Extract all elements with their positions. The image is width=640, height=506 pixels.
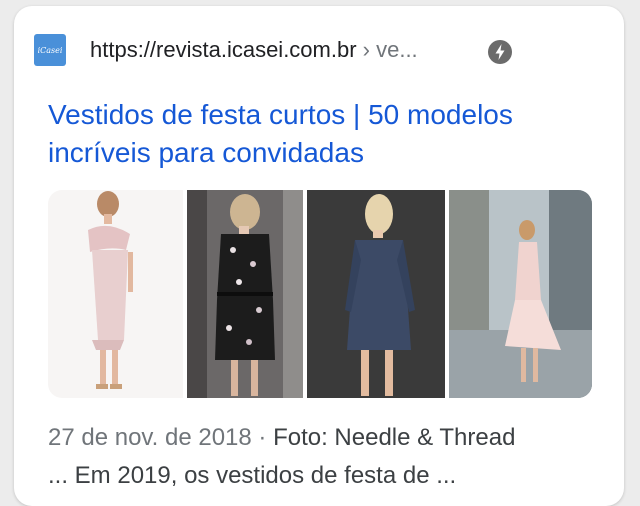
url-path: › ve... [356,37,418,62]
result-title-link[interactable]: Vestidos de festa curtos | 50 modelos in… [48,96,608,172]
meta-separator: · [251,424,274,451]
image-strip[interactable] [48,190,592,398]
result-meta: 27 de nov. de 2018 · Foto: Needle & Thre… [48,424,515,452]
result-snippet: ... Em 2019, os vestidos de festa de ... [48,462,457,489]
photo-credit: Foto: Needle & Thread [273,424,516,451]
result-url[interactable]: https://revista.icasei.com.br › ve... [90,37,418,63]
result-date: 27 de nov. de 2018 [48,424,252,451]
url-domain: https://revista.icasei.com.br [90,37,357,62]
site-favicon: iCasei [34,34,66,66]
lightning-bolt-icon [488,40,512,64]
favicon-text: iCasei [37,45,63,55]
navy-sequin-dress-photo[interactable] [307,190,445,398]
blush-pleated-dress-photo[interactable] [449,190,592,398]
black-floral-dress-photo[interactable] [187,190,303,398]
pink-ruffle-dress-photo[interactable] [48,190,183,398]
